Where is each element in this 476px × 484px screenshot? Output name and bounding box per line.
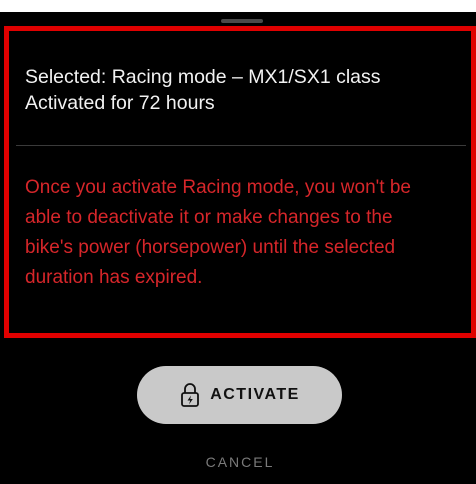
drag-handle[interactable] bbox=[221, 19, 263, 23]
divider bbox=[16, 145, 466, 146]
cancel-button[interactable]: CANCEL bbox=[180, 454, 300, 478]
warning-message: Once you activate Racing mode, you won't… bbox=[25, 177, 411, 288]
selection-summary: Selected: Racing mode – MX1/SX1 class Ac… bbox=[25, 64, 455, 116]
activate-label: ACTIVATE bbox=[210, 386, 300, 403]
selected-mode-label: Selected: Racing mode – MX1/SX1 class bbox=[25, 66, 381, 88]
lock-charge-icon bbox=[179, 382, 201, 408]
activate-button[interactable]: ACTIVATE bbox=[137, 366, 342, 424]
activation-duration-label: Activated for 72 hours bbox=[25, 92, 215, 114]
